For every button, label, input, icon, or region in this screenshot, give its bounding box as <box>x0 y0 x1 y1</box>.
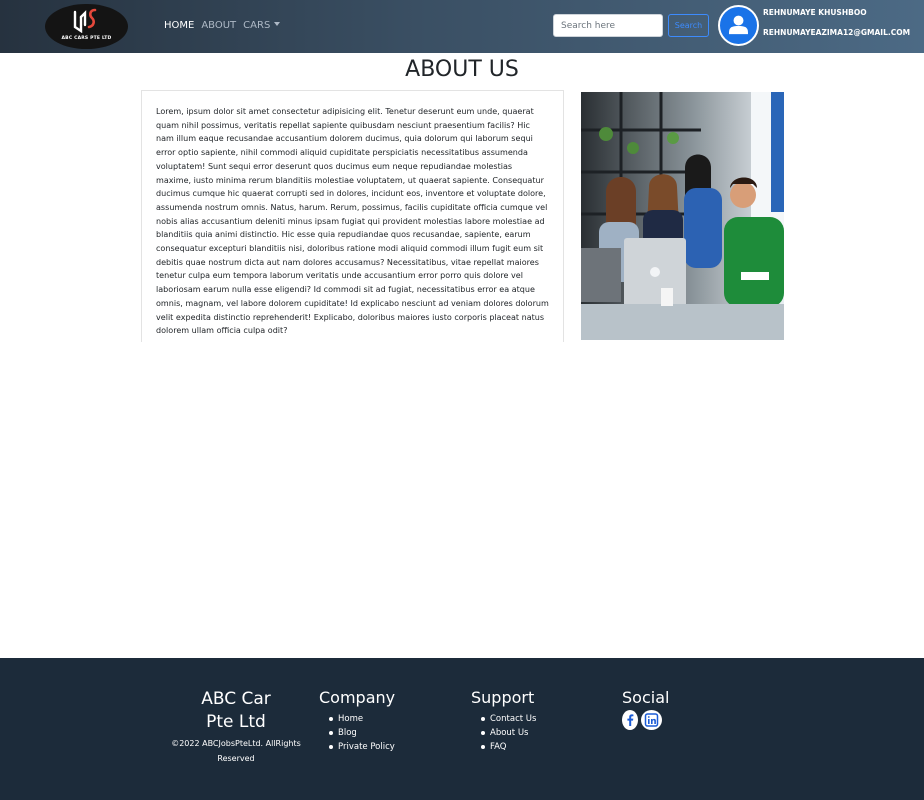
user-silhouette-icon <box>729 15 748 35</box>
logo-mark-icon <box>73 8 97 33</box>
footer-link-faq[interactable]: FAQ <box>481 740 536 754</box>
footer-brand-line1: ABC Car <box>201 689 271 709</box>
search-input[interactable] <box>553 14 663 37</box>
linkedin-glyph-icon <box>644 713 659 727</box>
footer-support-title: Support <box>471 688 535 707</box>
user-name: REHNUMAYE KHUSHBOO <box>763 8 867 17</box>
nav-cars-dropdown[interactable]: CARS <box>243 20 281 31</box>
about-text: Lorem, ipsum dolor sit amet consectetur … <box>156 107 549 336</box>
caret-down-icon <box>274 22 281 26</box>
brand-logo[interactable]: ABC CARS PTE LTD <box>45 4 128 49</box>
footer-link-home[interactable]: Home <box>329 712 395 726</box>
team-photo-illustration <box>581 92 784 340</box>
footer-social-title: Social <box>622 688 670 707</box>
linkedin-icon[interactable] <box>641 710 662 730</box>
nav-about[interactable]: ABOUT <box>201 20 236 31</box>
user-avatar-icon[interactable] <box>718 5 759 46</box>
footer-brand-line2: Pte Ltd <box>206 712 266 732</box>
footer-brand: ABC Car Pte Ltd <box>170 688 302 734</box>
nav-home[interactable]: HOME <box>164 20 194 31</box>
footer-company-links: Home Blog Private Policy <box>329 712 395 754</box>
logo-text: ABC CARS PTE LTD <box>61 36 112 41</box>
main-nav: HOME ABOUT CARS <box>164 20 281 31</box>
about-card: Lorem, ipsum dolor sit amet consectetur … <box>141 90 564 342</box>
search-button[interactable]: Search <box>668 14 709 37</box>
footer-link-blog[interactable]: Blog <box>329 726 395 740</box>
footer-link-about-us[interactable]: About Us <box>481 726 536 740</box>
nav-cars[interactable]: CARS <box>243 20 270 31</box>
navbar: ABC CARS PTE LTD HOME ABOUT CARS Search … <box>0 0 924 53</box>
footer-copyright: ©2022 ABCJobsPteLtd. AllRights Reserved <box>171 739 301 763</box>
team-photo <box>581 92 784 340</box>
facebook-glyph-icon <box>627 714 634 726</box>
user-email: REHNUMAYEAZIMA12@GMAIL.COM <box>763 28 911 37</box>
footer: ABC Car Pte Ltd ©2022 ABCJobsPteLtd. All… <box>0 658 924 800</box>
footer-link-contact-us[interactable]: Contact Us <box>481 712 536 726</box>
footer-company-title: Company <box>319 688 396 707</box>
facebook-icon[interactable] <box>622 710 638 730</box>
page-title: ABOUT US <box>405 57 519 82</box>
footer-support-links: Contact Us About Us FAQ <box>481 712 536 754</box>
footer-link-private-policy[interactable]: Private Policy <box>329 740 395 754</box>
